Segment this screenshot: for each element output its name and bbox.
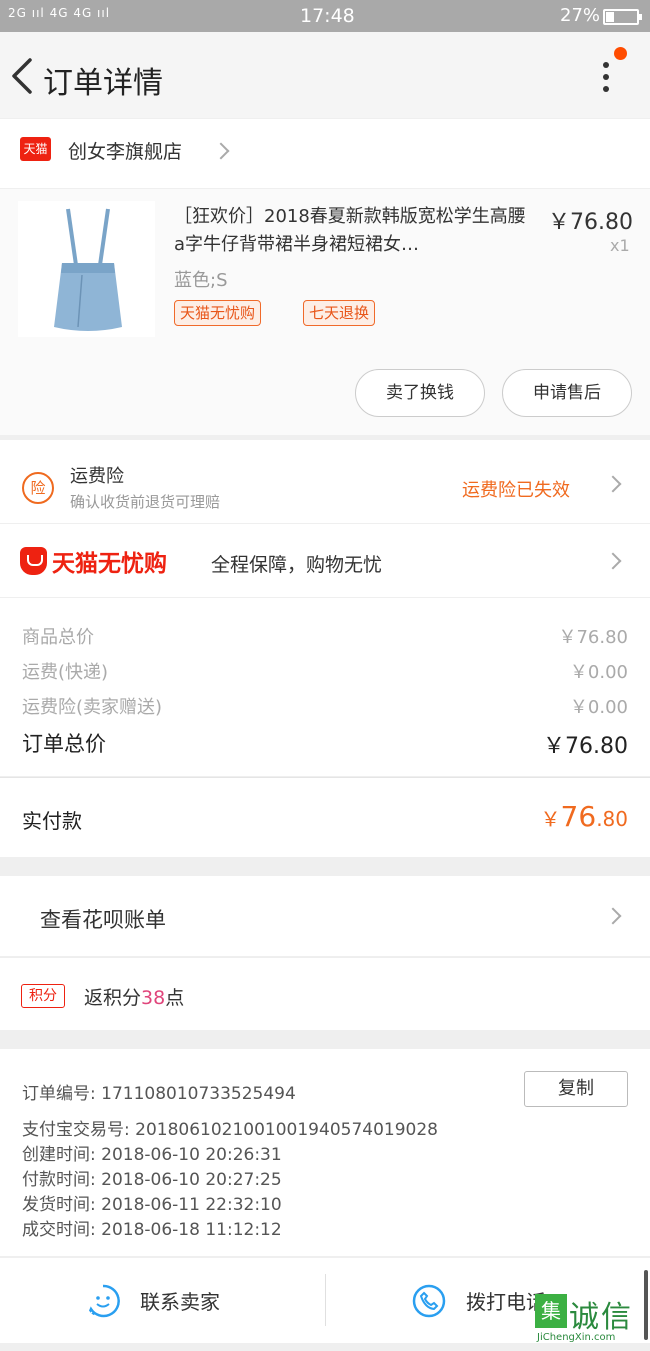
product-sku: 蓝色;S: [174, 270, 228, 291]
points-badge: 积分: [21, 984, 65, 1008]
call-button[interactable]: 拨打电话: [412, 1258, 546, 1343]
points-row: 积分 返积分38点: [0, 957, 650, 1030]
scrollbar[interactable]: [644, 1270, 648, 1340]
insurance-status: 运费险已失效: [462, 480, 570, 501]
shipping-insurance-row[interactable]: 险 运费险 确认收货前退货可理赔 运费险已失效: [0, 440, 650, 523]
more-menu-icon[interactable]: [596, 58, 616, 98]
tmall-guarantee-row[interactable]: 天猫无忧购 全程保障，购物无忧: [0, 524, 650, 597]
points-text: 返积分38点: [84, 987, 185, 1009]
insurance-title: 运费险: [70, 466, 124, 487]
huabei-label: 查看花呗账单: [40, 908, 166, 932]
chevron-right-icon: [604, 907, 622, 925]
notification-dot: [614, 47, 627, 60]
chat-smile-icon: [86, 1284, 120, 1318]
contact-seller-button[interactable]: 联系卖家: [86, 1258, 220, 1343]
chevron-right-icon: [212, 142, 230, 160]
app-header: 订单详情: [0, 32, 650, 118]
guarantee-description: 全程保障，购物无忧: [211, 554, 383, 576]
cost-row-goods: 商品总价 ￥76.80: [22, 627, 628, 648]
cost-row-insurance: 运费险(卖家赠送) ￥0.00: [22, 697, 628, 718]
product-title[interactable]: ［狂欢价］2018春夏新款韩版宽松学生高腰a字牛仔背带裙半身裙短裙女…: [174, 203, 534, 259]
insurance-icon: 险: [22, 472, 54, 504]
chevron-right-icon: [604, 475, 622, 493]
battery-percent: 27%: [560, 5, 601, 26]
status-bar: 2G ııl 4G 4G ııl 17:48 27%: [0, 0, 650, 32]
paid-label: 实付款: [22, 809, 82, 833]
divider: [325, 1274, 326, 1326]
tmall-worry-free-logo: 天猫无忧购: [20, 544, 167, 578]
product-card: ［狂欢价］2018春夏新款韩版宽松学生高腰a字牛仔背带裙半身裙短裙女… 蓝色;S…: [0, 189, 650, 435]
badge-worry-free: 天猫无忧购: [174, 300, 262, 326]
cost-row-shipping: 运费(快递) ￥0.00: [22, 662, 628, 683]
paid-amount-row: 实付款 ￥76.80: [0, 777, 650, 857]
order-info: 订单编号: 171108010733525494 复制 支付宝交易号: 2018…: [0, 1049, 650, 1256]
paid-time: 付款时间: 2018-06-10 20:27:25: [22, 1170, 282, 1190]
insurance-subtitle: 确认收货前退货可理赔: [70, 493, 221, 511]
tmall-store-icon: 天猫: [20, 137, 51, 161]
paid-amount: ￥76.80: [540, 800, 628, 833]
battery-level: [606, 12, 614, 22]
completed-time: 成交时间: 2018-06-18 11:12:12: [22, 1220, 282, 1240]
signal-indicator: 2G ııl 4G 4G ııl: [8, 6, 111, 20]
chevron-right-icon: [604, 552, 622, 570]
phone-icon: [412, 1284, 446, 1317]
product-price: ￥76.80: [548, 210, 633, 235]
product-qty: x1: [610, 236, 630, 255]
order-total: 订单总价 ￥76.80: [22, 732, 628, 759]
clock: 17:48: [300, 5, 355, 27]
back-arrow-icon[interactable]: [8, 56, 38, 96]
after-sales-button[interactable]: 申请售后: [502, 369, 632, 417]
store-name: 创女李旗舰店: [68, 141, 183, 163]
huabei-bill-row[interactable]: 查看花呗账单: [0, 876, 650, 956]
shipped-time: 发货时间: 2018-06-11 22:32:10: [22, 1195, 282, 1215]
shield-icon: [20, 547, 47, 575]
resell-button[interactable]: 卖了换钱: [355, 369, 485, 417]
battery-icon: [603, 9, 642, 25]
copy-button[interactable]: 复制: [524, 1071, 628, 1107]
order-number: 订单编号: 171108010733525494: [22, 1084, 296, 1104]
alipay-trade-number: 支付宝交易号: 2018061021001001940574019028: [22, 1120, 438, 1140]
cost-summary: 商品总价 ￥76.80 运费(快递) ￥0.00 运费险(卖家赠送) ￥0.00 订单…: [0, 598, 650, 776]
store-row[interactable]: 天猫 创女李旗舰店: [0, 119, 650, 188]
page-title: 订单详情: [43, 66, 163, 101]
created-time: 创建时间: 2018-06-10 20:26:31: [22, 1145, 282, 1165]
badge-seven-day-return: 七天退换: [303, 300, 376, 326]
product-thumbnail[interactable]: [18, 201, 155, 337]
watermark-logo: 集 诚信 JiChengXin.com: [535, 1290, 647, 1348]
